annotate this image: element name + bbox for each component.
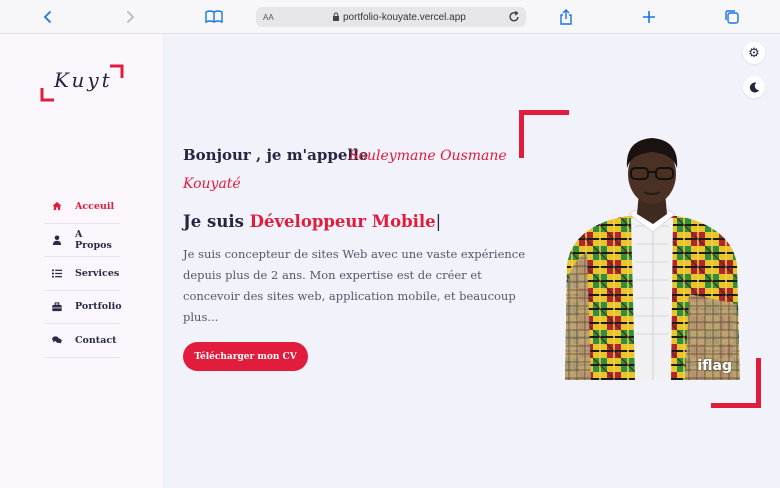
lock-icon xyxy=(333,12,339,21)
role-heading: Je suis Développeur Mobile| xyxy=(183,212,441,231)
list-icon xyxy=(44,269,62,278)
sidebar-nav: Acceuil A Propos Services Portfolio Cont… xyxy=(44,190,122,358)
sidebar-item-label: Contact xyxy=(75,334,117,346)
name-second-line: Kouyaté xyxy=(183,176,241,192)
briefcase-icon xyxy=(44,302,62,312)
theme-toggle-button[interactable] xyxy=(743,76,765,98)
sidebar-item-label: Portfolio xyxy=(75,301,122,313)
sidebar-item-a-propos[interactable]: A Propos xyxy=(44,224,120,257)
sidebar-item-label: Acceuil xyxy=(75,200,115,212)
sidebar-item-label: Services xyxy=(75,267,120,279)
profile-photo: iflag xyxy=(565,134,740,380)
home-icon xyxy=(44,201,62,211)
browser-toolbar: AA portfolio-kouyate.vercel.app xyxy=(0,0,780,34)
address-bar[interactable]: AA portfolio-kouyate.vercel.app xyxy=(256,7,526,27)
settings-button[interactable]: ⚙ xyxy=(743,42,765,64)
new-tab-icon[interactable] xyxy=(639,7,659,27)
typing-cursor: | xyxy=(435,212,442,231)
photo-watermark: iflag xyxy=(697,358,732,374)
sidebar-item-portfolio[interactable]: Portfolio xyxy=(44,291,122,324)
sidebar-item-contact[interactable]: Contact xyxy=(44,324,120,358)
bookmarks-icon[interactable] xyxy=(204,7,224,27)
gear-icon: ⚙ xyxy=(748,45,760,61)
share-icon[interactable] xyxy=(556,7,576,27)
moon-icon xyxy=(749,78,760,97)
logo[interactable]: Kuyt xyxy=(40,64,124,102)
role-highlight: Développeur Mobile xyxy=(249,212,436,231)
url-text: portfolio-kouyate.vercel.app xyxy=(343,11,466,23)
sidebar-item-accueil[interactable]: Acceuil xyxy=(44,190,120,224)
tabs-icon[interactable] xyxy=(722,7,742,27)
sidebar: Kuyt Acceuil A Propos Services Portfolio xyxy=(0,34,164,488)
forward-icon[interactable] xyxy=(120,7,140,27)
logo-text: Kuyt xyxy=(54,68,113,92)
back-icon[interactable] xyxy=(38,7,58,27)
reload-icon[interactable] xyxy=(508,10,520,26)
role-prefix: Je suis xyxy=(183,212,244,231)
intro-paragraph: Je suis concepteur de sites Web avec une… xyxy=(183,247,526,324)
download-cv-button[interactable]: Télécharger mon CV xyxy=(183,342,308,371)
text-size-button[interactable]: AA xyxy=(263,13,274,22)
photo-corner-top-left xyxy=(519,110,569,158)
user-icon xyxy=(44,235,62,245)
greeting-text: Bonjour , je m'appelle xyxy=(183,146,369,164)
sidebar-item-services[interactable]: Services xyxy=(44,257,120,291)
sidebar-item-label: A Propos xyxy=(75,228,112,251)
name-first-line: Souleymane Ousmane xyxy=(349,148,507,164)
chat-icon xyxy=(44,335,62,345)
